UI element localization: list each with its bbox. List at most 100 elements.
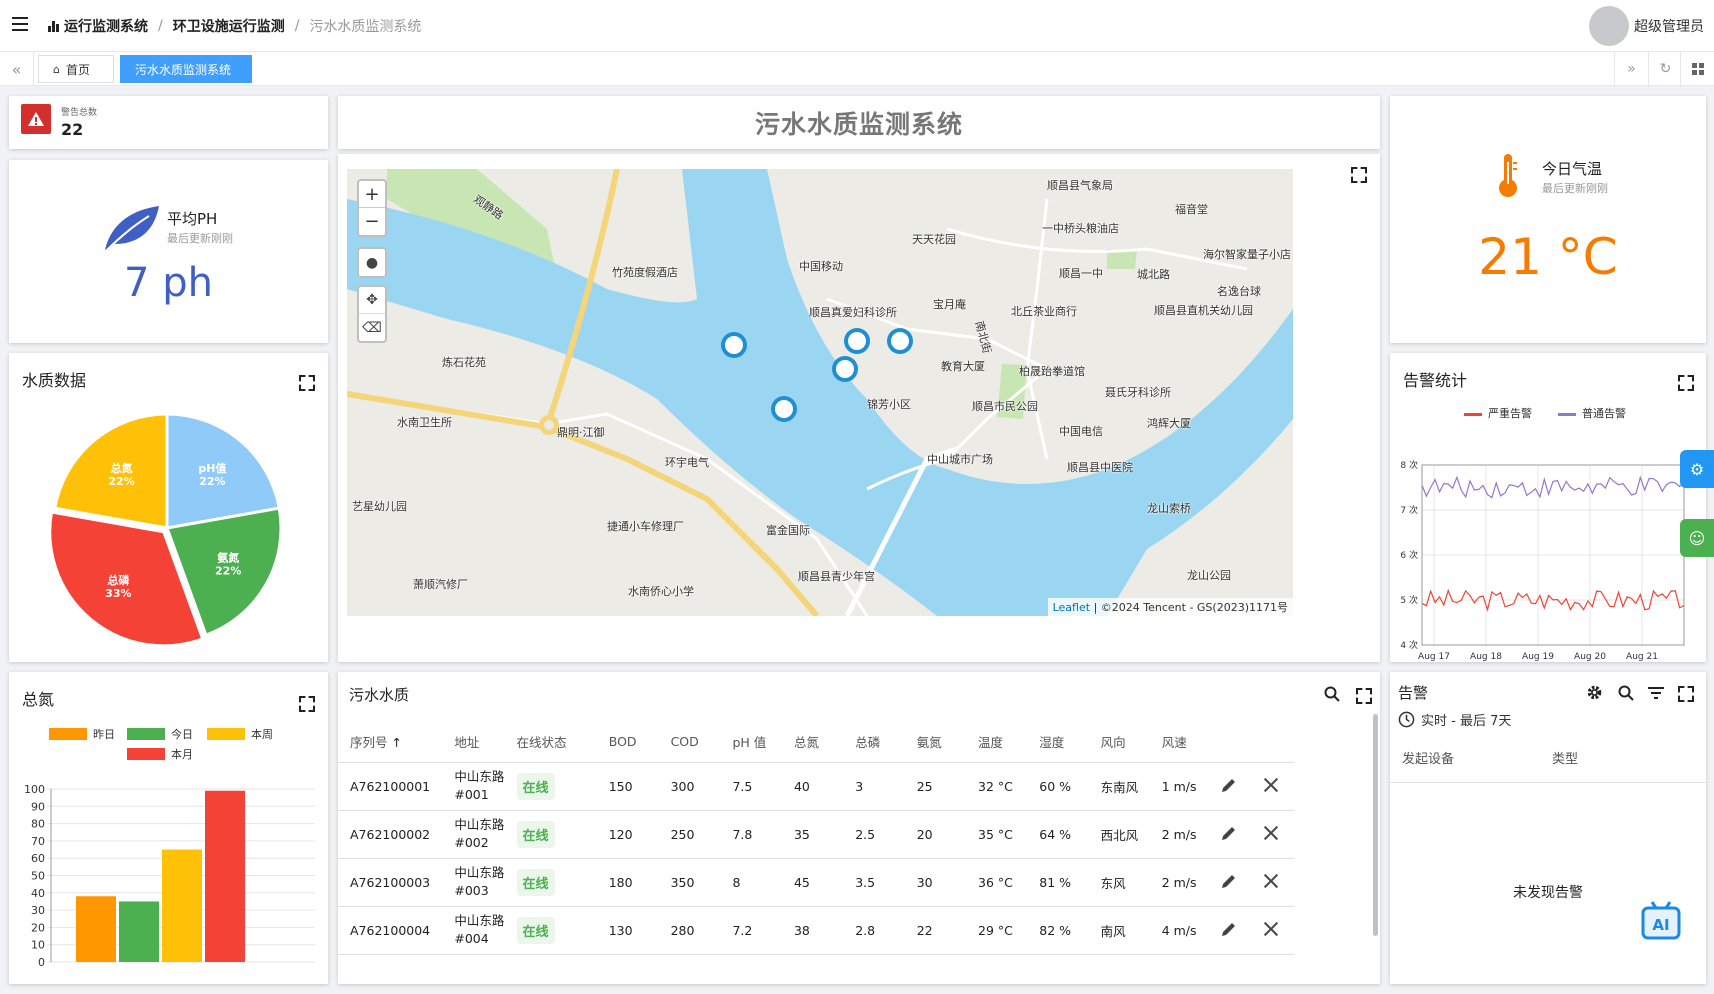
map-label[interactable]: 中山城市广场 xyxy=(927,451,993,467)
map-label[interactable]: 福音堂 xyxy=(1175,201,1208,217)
edit-pencil-icon[interactable] xyxy=(1220,872,1238,890)
alerts-card: 告警 实时 - 最后 7天 发起设备 类型 未发现告警 AI xyxy=(1390,672,1706,984)
search-icon[interactable] xyxy=(1324,686,1340,702)
refresh-icon[interactable]: ↻ xyxy=(1648,52,1682,86)
table-cell: 300 xyxy=(658,762,721,811)
column-header: 总磷 xyxy=(843,722,905,763)
map-label[interactable]: 锦芳小区 xyxy=(867,396,911,412)
delete-close-icon[interactable] xyxy=(1264,922,1278,936)
nitrogen-fullscreen-icon[interactable] xyxy=(299,696,311,708)
map-label[interactable]: 竹苑度假酒店 xyxy=(612,264,678,280)
locate-control[interactable]: ● xyxy=(357,247,387,278)
scroll-right-icon[interactable]: » xyxy=(1614,52,1648,86)
y-tick-label: 10 xyxy=(31,939,45,952)
table-cell: 36 °C xyxy=(966,858,1028,907)
edit-pencil-icon[interactable] xyxy=(1220,776,1238,794)
map-label[interactable]: 捷通小车修理厂 xyxy=(607,518,684,534)
map-label[interactable]: 环宇电气 xyxy=(665,454,709,470)
legend-normal[interactable]: 普通告警 xyxy=(1558,405,1626,421)
table-cell: 120 xyxy=(596,810,659,859)
delete-close-icon[interactable] xyxy=(1264,874,1278,888)
alerts-time-filter[interactable]: 实时 - 最后 7天 xyxy=(1398,710,1511,729)
map-label[interactable]: 中国电信 xyxy=(1059,423,1103,439)
alarm-stats-title: 告警统计 xyxy=(1403,371,1468,390)
map-label[interactable]: 龙山公园 xyxy=(1187,567,1231,583)
zoom-in-button[interactable]: + xyxy=(359,181,385,208)
water-quality-fullscreen-icon[interactable] xyxy=(299,375,311,387)
avg-ph-value: 7 ph xyxy=(124,260,213,306)
map-label[interactable]: 柏晟跆拳道馆 xyxy=(1019,363,1085,379)
table-row: A762100004 中山东路 #004 在线 130 280 7.2 38 2.8 22 29 °… xyxy=(338,906,1295,955)
map-label[interactable]: 富金国际 xyxy=(766,522,810,538)
map-label[interactable]: 炼石花苑 xyxy=(442,354,486,370)
map-label[interactable]: 天天花园 xyxy=(912,231,956,247)
pie-label: 总磷 xyxy=(107,573,130,587)
map-label[interactable]: 顺昌县直机关幼儿园 xyxy=(1154,302,1253,318)
map-label[interactable]: 城北路 xyxy=(1137,266,1170,282)
alerts-fullscreen-icon[interactable] xyxy=(1678,686,1690,698)
settings-gear-icon[interactable] xyxy=(1586,684,1603,701)
eraser-icon[interactable]: ⌫ xyxy=(359,314,385,341)
column-header: 风向 xyxy=(1088,722,1150,763)
map-label[interactable]: 教育大厦 xyxy=(941,358,985,374)
ai-robot-icon[interactable]: AI xyxy=(1640,900,1682,944)
map-label[interactable]: 顺昌真爱妇科诊所 xyxy=(809,304,897,320)
map-label[interactable]: 萧顺汽修厂 xyxy=(413,576,468,592)
map-label[interactable]: 聂氏牙科诊所 xyxy=(1105,384,1171,400)
column-header[interactable]: 序列号 ↑ xyxy=(338,722,443,763)
table-scrollbar[interactable] xyxy=(1373,714,1378,936)
map-attribution: Leaflet | ©2024 Tencent - GS(2023)1171号 xyxy=(1047,598,1293,616)
breadcrumb-item-monitoring[interactable]: 运行监测系统 xyxy=(48,16,148,36)
map-label[interactable]: 艺星幼儿园 xyxy=(352,498,407,514)
map-label[interactable]: 北丘茶业商行 xyxy=(1011,303,1077,319)
side-support-button[interactable]: ☺ xyxy=(1680,519,1714,557)
side-settings-button[interactable]: ⚙ xyxy=(1680,450,1714,488)
map-label[interactable]: 顺昌县中医院 xyxy=(1067,459,1133,475)
delete-close-icon[interactable] xyxy=(1264,826,1278,840)
map-label[interactable]: 顺昌县青少年宫 xyxy=(798,568,875,584)
edit-pencil-icon[interactable] xyxy=(1220,920,1238,938)
user-menu[interactable]: 超级管理员 xyxy=(1589,6,1704,46)
sort-arrow-icon[interactable]: ↑ xyxy=(388,735,401,750)
map-label[interactable]: 顺昌一中 xyxy=(1059,265,1103,281)
map-label[interactable]: 龙山索桥 xyxy=(1147,500,1191,516)
avatar[interactable] xyxy=(1589,6,1629,46)
tab-home[interactable]: ⌂ 首页 xyxy=(38,55,114,83)
temperature-card: 今日气温 最后更新刚刚 21 °C xyxy=(1390,96,1706,343)
filter-icon[interactable] xyxy=(1648,686,1664,700)
table-fullscreen-icon[interactable] xyxy=(1356,688,1368,700)
map-label[interactable]: 顺昌市民公园 xyxy=(972,398,1038,414)
edit-pencil-icon[interactable] xyxy=(1220,824,1238,842)
map-label[interactable]: 中国移动 xyxy=(799,258,843,274)
y-tick-label: 20 xyxy=(31,921,45,934)
zoom-out-button[interactable]: − xyxy=(359,208,385,235)
legend-swatch xyxy=(207,728,245,740)
leaflet-link[interactable]: Leaflet xyxy=(1053,601,1090,614)
delete-close-icon[interactable] xyxy=(1264,778,1278,792)
grid-menu-icon[interactable] xyxy=(1680,52,1714,86)
y-tick-label: 60 xyxy=(31,852,45,865)
legend-severe[interactable]: 严重告警 xyxy=(1464,405,1532,421)
map-label[interactable]: 水南卫生所 xyxy=(397,414,452,430)
alarm-stats-fullscreen-icon[interactable] xyxy=(1678,375,1690,387)
breadcrumb-item-sanitation[interactable]: 环卫设施运行监测 xyxy=(173,16,285,36)
menu-toggle-icon[interactable] xyxy=(12,17,28,31)
map-label[interactable]: 鸿辉大厦 xyxy=(1147,415,1191,431)
alerts-search-icon[interactable] xyxy=(1618,685,1634,701)
alerts-divider xyxy=(1390,782,1706,783)
map-label[interactable]: 鼎明·江御 xyxy=(557,424,605,440)
map-view[interactable]: 顺昌县气象局福音堂一中桥头粮油店天天花园竹苑度假酒店 中国移动 海尔智家量子小店顺昌… xyxy=(347,169,1293,616)
tab-sewage-monitoring[interactable]: 污水水质监测系统 xyxy=(120,55,252,83)
map-fullscreen-icon[interactable] xyxy=(1351,167,1363,179)
map-label[interactable]: 一中桥头粮油店 xyxy=(1042,220,1119,236)
temperature-value: 21 °C xyxy=(1478,228,1618,286)
map-label[interactable]: 顺昌县气象局 xyxy=(1047,177,1113,193)
map-label[interactable]: 名逸台球 xyxy=(1217,283,1261,299)
map-label[interactable]: 水南侨心小学 xyxy=(628,583,694,599)
table-cell: 1 m/s xyxy=(1149,762,1209,811)
move-icon[interactable]: ✥ xyxy=(359,287,385,314)
map-label[interactable]: 海尔智家量子小店 xyxy=(1203,246,1291,262)
nitrogen-bar-chart: 昨日 今日 本周本月1009080706050403020100 xyxy=(24,727,315,969)
scroll-left-icon[interactable]: « xyxy=(0,52,34,86)
map-label[interactable]: 宝月庵 xyxy=(933,296,966,312)
